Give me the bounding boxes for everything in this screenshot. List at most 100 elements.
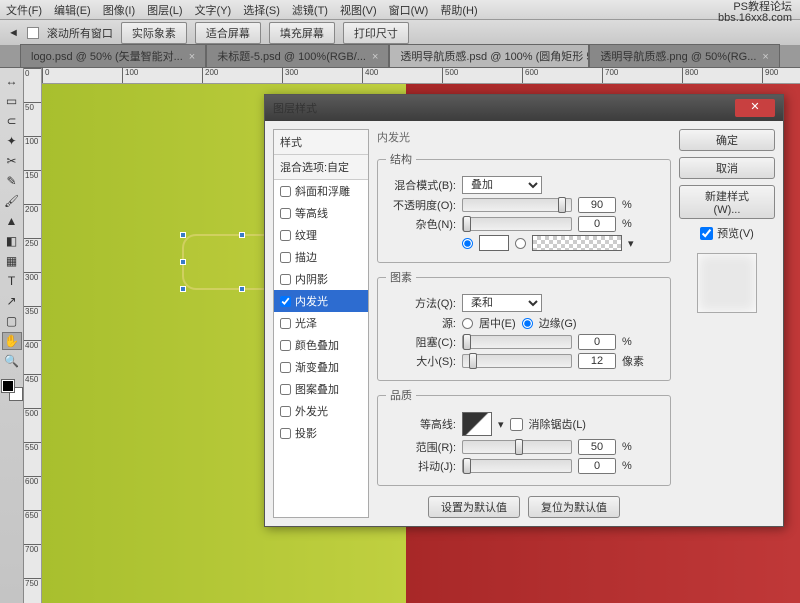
marquee-tool-icon[interactable]: ▭ [2,92,22,110]
wand-tool-icon[interactable]: ✦ [2,132,22,150]
gradient-radio[interactable] [515,238,526,249]
close-icon[interactable]: × [372,51,378,63]
style-item-内阴影[interactable]: 内阴影 [274,268,368,290]
close-button[interactable]: ✕ [735,99,775,117]
lasso-tool-icon[interactable]: ⊂ [2,112,22,130]
scroll-all-checkbox[interactable] [27,27,39,39]
tab-untitled[interactable]: 未标题-5.psd @ 100%(RGB/...× [206,44,389,67]
opacity-slider[interactable] [462,198,572,212]
style-item-外发光[interactable]: 外发光 [274,400,368,422]
style-item-纹理[interactable]: 纹理 [274,224,368,246]
zoom-tool-icon[interactable]: 🔍 [2,352,22,370]
jitter-slider[interactable] [462,459,572,473]
color-radio[interactable] [462,238,473,249]
style-item-内发光[interactable]: 内发光 [274,290,368,312]
menu-filter[interactable]: 滤镜(T) [292,2,328,18]
center-radio[interactable] [462,318,473,329]
make-default-button[interactable]: 设置为默认值 [428,496,520,518]
noise-slider[interactable] [462,217,572,231]
new-style-button[interactable]: 新建样式(W)... [679,185,775,219]
style-checkbox[interactable] [280,318,291,329]
blend-mode-select[interactable]: 叠加 [462,176,542,194]
style-checkbox[interactable] [280,362,291,373]
handle-icon[interactable] [180,286,186,292]
menu-layer[interactable]: 图层(L) [147,2,182,18]
menu-edit[interactable]: 编辑(E) [54,2,91,18]
blend-options-header[interactable]: 混合选项:自定 [274,155,368,180]
chevron-down-icon[interactable]: ▾ [498,418,504,431]
preview-checkbox[interactable] [700,227,713,240]
style-checkbox[interactable] [280,230,291,241]
style-item-图案叠加[interactable]: 图案叠加 [274,378,368,400]
choke-input[interactable] [578,334,616,350]
menu-view[interactable]: 视图(V) [340,2,377,18]
handle-icon[interactable] [239,232,245,238]
menu-help[interactable]: 帮助(H) [440,2,477,18]
styles-header[interactable]: 样式 [274,130,368,155]
chevron-down-icon[interactable]: ▾ [628,237,634,250]
opacity-input[interactable] [578,197,616,213]
shape-tool-icon[interactable]: ▢ [2,312,22,330]
style-checkbox[interactable] [280,384,291,395]
antialias-checkbox[interactable] [510,418,523,431]
close-icon[interactable]: × [189,51,195,63]
menu-file[interactable]: 文件(F) [6,2,42,18]
style-checkbox[interactable] [280,252,291,263]
reset-default-button[interactable]: 复位为默认值 [528,496,620,518]
choke-slider[interactable] [462,335,572,349]
style-item-投影[interactable]: 投影 [274,422,368,444]
size-slider[interactable] [462,354,572,368]
style-checkbox[interactable] [280,186,291,197]
noise-input[interactable] [578,216,616,232]
fit-screen-button[interactable]: 适合屏幕 [195,22,261,44]
color-swatch[interactable] [479,235,509,251]
tab-nav-psd[interactable]: 透明导航质感.psd @ 100% (圆角矩形 5, RGB/8*)× [389,44,589,67]
menu-window[interactable]: 窗口(W) [389,2,429,18]
method-select[interactable]: 柔和 [462,294,542,312]
hand-tool-icon[interactable]: ✋ [2,332,22,350]
eyedropper-tool-icon[interactable]: ✎ [2,172,22,190]
range-input[interactable] [578,439,616,455]
style-item-等高线[interactable]: 等高线 [274,202,368,224]
contour-picker[interactable] [462,412,492,436]
handle-icon[interactable] [239,286,245,292]
fill-screen-button[interactable]: 填充屏幕 [269,22,335,44]
move-tool-icon[interactable]: ↔ [2,72,22,90]
style-item-斜面和浮雕[interactable]: 斜面和浮雕 [274,180,368,202]
actual-pixels-button[interactable]: 实际象素 [121,22,187,44]
style-checkbox[interactable] [280,406,291,417]
print-size-button[interactable]: 打印尺寸 [343,22,409,44]
edge-radio[interactable] [522,318,533,329]
ok-button[interactable]: 确定 [679,129,775,151]
style-checkbox[interactable] [280,340,291,351]
menu-image[interactable]: 图像(I) [103,2,135,18]
menu-select[interactable]: 选择(S) [243,2,280,18]
range-slider[interactable] [462,440,572,454]
style-item-光泽[interactable]: 光泽 [274,312,368,334]
color-swatches[interactable] [2,380,22,400]
stamp-tool-icon[interactable]: ▲ [2,212,22,230]
dialog-titlebar[interactable]: 图层样式 ✕ [265,95,783,121]
path-tool-icon[interactable]: ↗ [2,292,22,310]
gradient-swatch[interactable] [532,235,622,251]
style-checkbox[interactable] [280,296,291,307]
cancel-button[interactable]: 取消 [679,157,775,179]
close-icon[interactable]: × [762,51,768,63]
style-checkbox[interactable] [280,428,291,439]
style-checkbox[interactable] [280,274,291,285]
handle-icon[interactable] [180,232,186,238]
style-checkbox[interactable] [280,208,291,219]
menu-type[interactable]: 文字(Y) [195,2,232,18]
crop-tool-icon[interactable]: ✂ [2,152,22,170]
style-item-颜色叠加[interactable]: 颜色叠加 [274,334,368,356]
size-input[interactable] [578,353,616,369]
style-item-描边[interactable]: 描边 [274,246,368,268]
type-tool-icon[interactable]: T [2,272,22,290]
jitter-input[interactable] [578,458,616,474]
eraser-tool-icon[interactable]: ◧ [2,232,22,250]
handle-icon[interactable] [180,259,186,265]
tab-nav-png[interactable]: 透明导航质感.png @ 50%(RG...× [589,44,779,67]
gradient-tool-icon[interactable]: ▦ [2,252,22,270]
tab-logo[interactable]: logo.psd @ 50% (矢量智能对...× [20,44,206,67]
style-item-渐变叠加[interactable]: 渐变叠加 [274,356,368,378]
